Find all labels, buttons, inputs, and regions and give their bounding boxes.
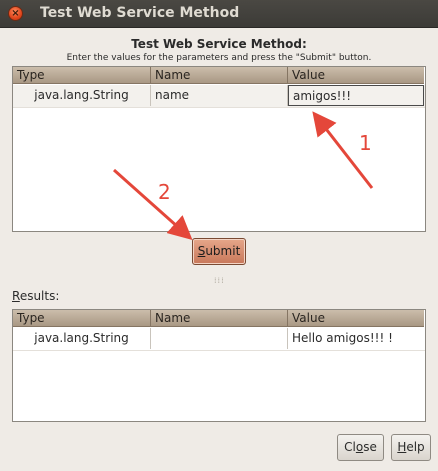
title-bar: × Test Web Service Method: [0, 0, 438, 28]
annotation-number-2: 2: [158, 180, 171, 204]
dialog-heading: Test Web Service Method:: [131, 37, 307, 51]
table-row[interactable]: java.lang.String Hello amigos!!! !: [13, 328, 425, 351]
close-button[interactable]: Close: [337, 434, 384, 461]
column-header-type[interactable]: Type: [13, 67, 151, 84]
help-button[interactable]: Help: [391, 434, 431, 461]
results-label: Results:: [12, 289, 60, 303]
column-header-type[interactable]: Type: [13, 310, 151, 327]
submit-button[interactable]: Submit: [192, 238, 246, 265]
column-header-name[interactable]: Name: [151, 310, 288, 327]
annotation-number-1: 1: [359, 131, 372, 155]
table-header: Type Name Value: [13, 67, 425, 85]
window-close-icon[interactable]: ×: [8, 6, 23, 21]
splitter-grip[interactable]: ⁞⁞⁞: [214, 276, 225, 285]
param-name-cell: name: [151, 85, 288, 106]
column-header-name[interactable]: Name: [151, 67, 288, 84]
column-header-value[interactable]: Value: [288, 310, 424, 327]
result-value-cell: Hello amigos!!! !: [292, 331, 393, 345]
window-title: Test Web Service Method: [40, 5, 240, 21]
results-table[interactable]: Type Name Value java.lang.String Hello a…: [12, 309, 426, 422]
param-type-cell: java.lang.String: [13, 85, 151, 106]
result-name-cell: [151, 328, 288, 349]
param-value-cell[interactable]: amigos!!!: [288, 85, 424, 106]
table-header: Type Name Value: [13, 310, 425, 328]
dialog-instruction: Enter the values for the parameters and …: [66, 53, 372, 63]
table-row[interactable]: java.lang.String name amigos!!!: [13, 85, 425, 108]
column-header-value[interactable]: Value: [288, 67, 424, 84]
result-type-cell: java.lang.String: [13, 328, 151, 349]
